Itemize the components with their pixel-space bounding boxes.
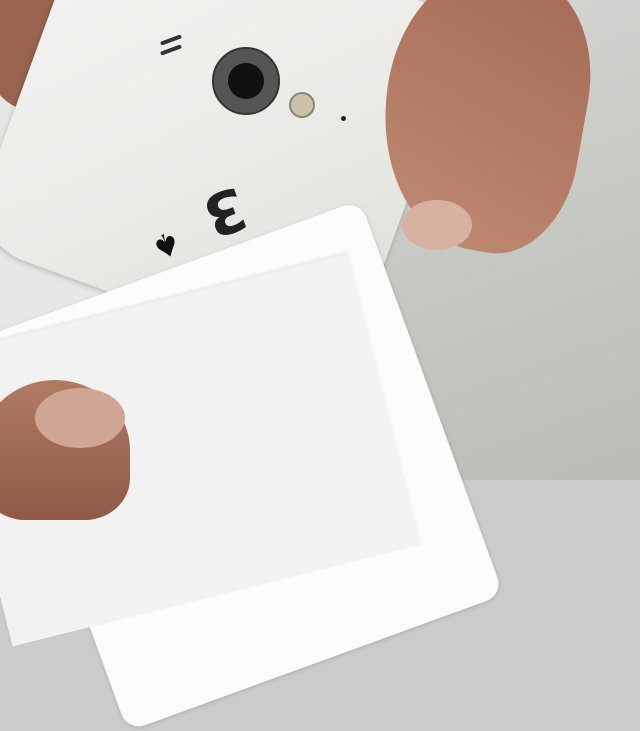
speaker-grille: [159, 34, 183, 62]
microphone-hole: [341, 116, 346, 121]
flash-led: [289, 92, 315, 118]
thumbnail-top-right: [402, 200, 472, 250]
thumbnail-bottom-left: [35, 388, 125, 448]
camera-lens: [212, 47, 280, 115]
